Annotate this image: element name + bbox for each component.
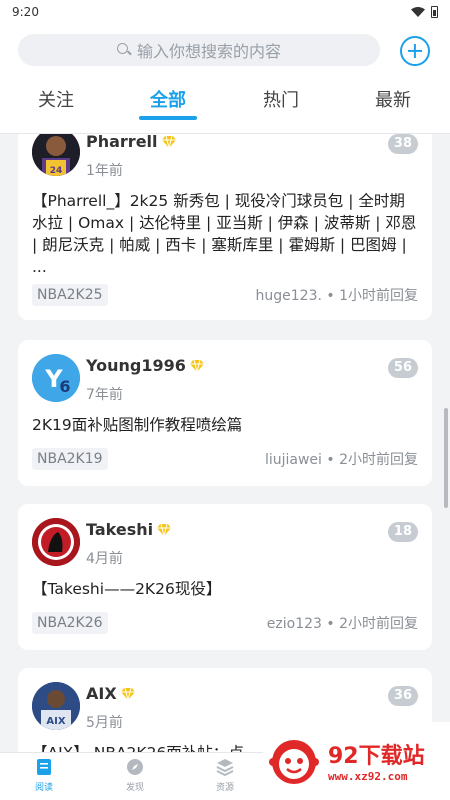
watermark-url: www.xz92.com [328,770,408,783]
user-avatar[interactable]: 24 [32,134,80,176]
nav-discover[interactable]: 发现 [105,757,165,793]
comment-count-badge: 36 [387,686,418,706]
search-placeholder: 输入你想搜索的内容 [136,42,281,61]
wifi-icon [411,7,425,17]
top-header: 输入你想搜索的内容 关注 全部 热门 最新 [0,24,450,134]
post-body[interactable]: 2K19面补贴图制作教程喷绘篇 [32,414,418,436]
feed-scrollbar[interactable] [444,408,448,508]
vip-diamond-icon [157,523,172,536]
svg-text:6: 6 [59,377,70,396]
category-tabs: 关注 全部 热门 最新 [0,84,450,124]
tab-follow[interactable]: 关注 [38,86,74,112]
user-name-row[interactable]: Young1996 [86,356,204,375]
post-body[interactable]: 【Pharrell_】2k25 新秀包 | 现役冷门球员包 | 全时期水拉 | … [32,190,418,278]
site-watermark: 92下载站 www.xz92.com [262,722,450,800]
search-bar[interactable]: 输入你想搜索的内容 [18,34,380,66]
game-tag[interactable]: NBA2K25 [32,284,108,306]
search-icon [116,43,131,57]
nav-read-label: 阅读 [34,783,53,793]
status-time: 9:20 [12,5,39,19]
watermark-title: 92下载站 [328,744,425,769]
last-reply: ezio123 • 2小时前回复 [266,616,418,632]
user-name-row[interactable]: Pharrell [86,134,176,151]
user-name[interactable]: Pharrell [86,134,158,151]
vip-diamond-icon [120,687,135,700]
book-icon [37,759,51,775]
post-card[interactable]: Takeshi 4月前 18 【Takeshi——2K26现役】 NBA2K26… [18,504,432,650]
status-icons [411,6,438,18]
post-card[interactable]: Y6 Young1996 7年前 56 2K19面补贴图制作教程喷绘篇 NBA2… [18,340,432,486]
post-feed[interactable]: 24 Pharrell 1年前 38 【Pharrell_】2k25 新秀包 |… [0,134,450,752]
post-time: 4月前 [86,551,123,567]
tab-latest[interactable]: 最新 [375,86,411,112]
svg-text:24: 24 [50,166,63,176]
comment-count-badge: 38 [387,134,418,154]
last-reply: huge123. • 1小时前回复 [255,288,418,304]
comment-count-badge: 56 [387,358,418,378]
nav-resources-label: 资源 [215,783,234,793]
add-post-button[interactable] [400,36,430,66]
user-avatar[interactable] [32,518,80,566]
nav-discover-label: 发现 [125,783,144,793]
user-avatar[interactable]: Y6 [32,354,80,402]
user-name-row[interactable]: Takeshi [86,520,172,539]
comment-count-badge: 18 [387,522,418,542]
tab-indicator [139,116,197,120]
layers-icon [216,759,234,777]
tab-all[interactable]: 全部 [150,86,186,112]
monkey-logo-icon [269,740,319,784]
nav-resources[interactable]: 资源 [195,757,255,793]
user-avatar[interactable]: AIX [32,682,80,730]
user-name-row[interactable]: AIX [86,684,135,703]
post-time: 7年前 [86,387,123,403]
game-tag[interactable]: NBA2K26 [32,612,108,634]
post-body[interactable]: 【Takeshi——2K26现役】 [32,578,418,600]
vip-diamond-icon [161,135,176,148]
user-name[interactable]: AIX [86,684,117,703]
game-tag[interactable]: NBA2K19 [32,448,108,470]
compass-icon [127,759,143,775]
vip-diamond-icon [189,359,204,372]
user-name[interactable]: Takeshi [86,520,153,539]
post-card[interactable]: 24 Pharrell 1年前 38 【Pharrell_】2k25 新秀包 |… [18,134,432,320]
nav-read[interactable]: 阅读 [14,757,74,793]
svg-text:AIX: AIX [46,716,65,727]
status-bar: 9:20 [0,0,450,24]
battery-icon [431,6,438,18]
last-reply: liujiawei • 2小时前回复 [264,452,418,468]
user-name[interactable]: Young1996 [86,356,186,375]
post-time: 1年前 [86,163,123,179]
tab-hot[interactable]: 热门 [263,86,299,112]
post-time: 5月前 [86,715,123,731]
